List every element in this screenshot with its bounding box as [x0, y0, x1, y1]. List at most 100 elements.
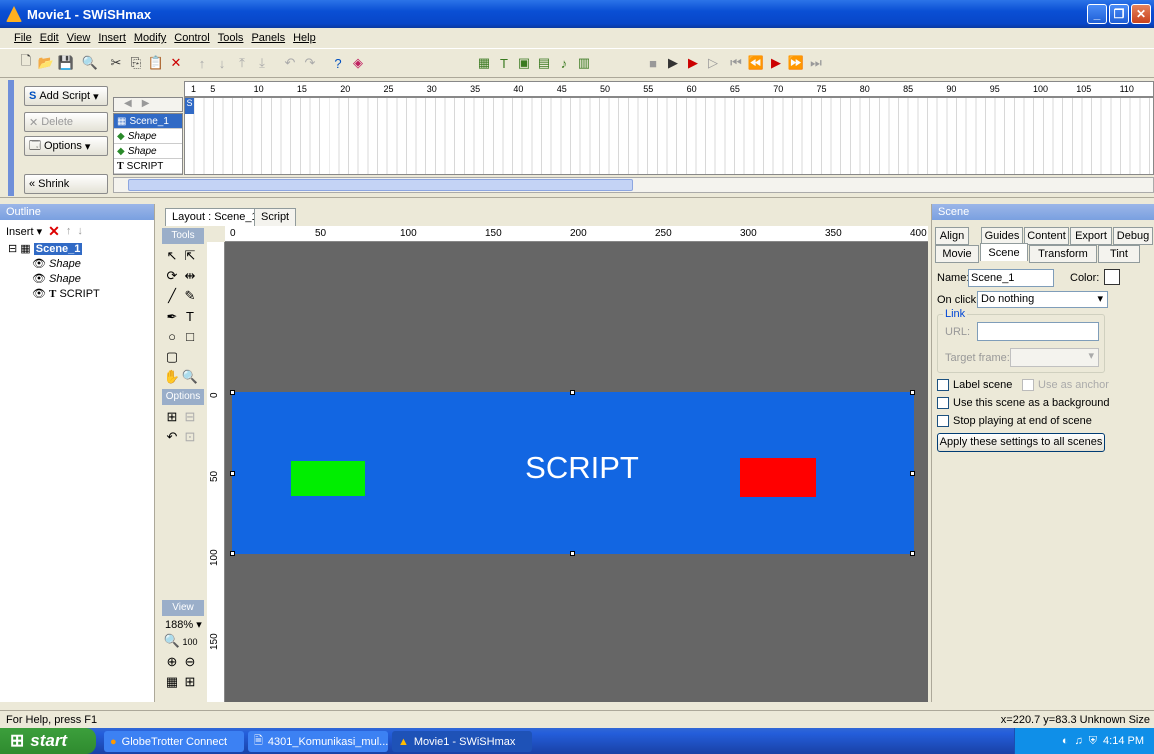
network-icon[interactable]: ◐: [1062, 735, 1069, 747]
layer-shape-2[interactable]: ◆ Shape: [114, 144, 182, 159]
red-rectangle-shape[interactable]: [740, 458, 816, 497]
menu-panels[interactable]: Panels: [251, 32, 285, 44]
apply-all-button[interactable]: Apply these settings to all scenes: [937, 433, 1105, 452]
grid-icon[interactable]: ▦: [163, 672, 181, 692]
open-folder-icon[interactable]: 📂: [38, 55, 54, 71]
pen-tool-icon[interactable]: ✒: [163, 307, 181, 327]
snap-icon[interactable]: ⊞: [163, 407, 181, 427]
close-button[interactable]: ✕: [1131, 4, 1151, 24]
stop-icon[interactable]: ■: [645, 55, 661, 71]
guide-icon[interactable]: ⊞: [181, 672, 199, 692]
tab-transform[interactable]: Transform: [1029, 245, 1097, 263]
save-icon[interactable]: 💾: [58, 55, 74, 71]
scrollbar-thumb[interactable]: [128, 179, 633, 191]
onclick-select[interactable]: Do nothing ▾: [977, 291, 1108, 308]
reshape-tool-icon[interactable]: ⇹: [181, 266, 199, 286]
options-button[interactable]: 🗔 Options ▾: [24, 136, 108, 156]
delete-button[interactable]: ✕ Delete: [24, 112, 108, 132]
curve-option-icon[interactable]: ↶: [163, 427, 181, 447]
add-script-button[interactable]: S Add Script ▾: [24, 86, 108, 106]
menu-tools[interactable]: Tools: [218, 32, 244, 44]
subselect-tool-icon[interactable]: ⇱: [181, 246, 199, 266]
insert-content-icon[interactable]: ▤: [536, 55, 552, 71]
first-frame-icon[interactable]: ⏮: [728, 55, 744, 71]
maximize-button[interactable]: ❐: [1109, 4, 1129, 24]
minimize-button[interactable]: _: [1087, 4, 1107, 24]
selection-handle[interactable]: [910, 471, 915, 476]
motion-path-icon[interactable]: ⟳: [163, 266, 181, 286]
redo-icon[interactable]: ↷: [302, 55, 318, 71]
send-to-back-icon[interactable]: ⤓: [254, 55, 270, 71]
select-tool-icon[interactable]: ↖: [163, 246, 181, 266]
selection-handle[interactable]: [910, 390, 915, 395]
tab-content[interactable]: Content: [1024, 227, 1069, 245]
selection-handle[interactable]: [230, 390, 235, 395]
collapse-icon[interactable]: ⊟: [8, 243, 17, 255]
timeline-ruler[interactable]: 1 5 10 15 20 25 30 35 40 45 50 55 60 65 70 75 80 85 90 95 10…: [184, 81, 1154, 97]
tab-debug[interactable]: Debug: [1113, 227, 1153, 245]
tab-script[interactable]: Script: [254, 208, 297, 226]
shrink-button[interactable]: «Shrink: [24, 174, 108, 194]
insert-text-icon[interactable]: T: [496, 55, 512, 71]
step-frame-icon[interactable]: ▶: [768, 55, 784, 71]
rectangle-tool-icon[interactable]: □: [181, 327, 199, 347]
frame-marker[interactable]: S: [185, 98, 194, 114]
tab-movie[interactable]: Movie: [935, 245, 979, 263]
menu-modify[interactable]: Modify: [134, 32, 166, 44]
play-effect-icon[interactable]: ▷: [705, 55, 721, 71]
bring-to-front-icon[interactable]: ⤒: [234, 55, 250, 71]
green-rectangle-shape[interactable]: [291, 461, 365, 496]
delete-x-icon[interactable]: ✕: [48, 223, 60, 240]
timeline-frames[interactable]: S: [184, 97, 1154, 175]
paste-icon[interactable]: 📋: [148, 55, 164, 71]
tree-item-shape[interactable]: 👁 Shape: [8, 272, 154, 287]
tab-layout[interactable]: Layout : Scene_1: [165, 208, 265, 226]
nav-prev-icon[interactable]: ◀: [124, 98, 132, 111]
layer-script[interactable]: T SCRIPT: [114, 159, 182, 174]
timeline-scrollbar[interactable]: [113, 177, 1154, 193]
pencil-tool-icon[interactable]: ✎: [181, 286, 199, 306]
url-input[interactable]: [977, 322, 1099, 341]
label-scene-checkbox[interactable]: Label scene: [937, 379, 1012, 392]
task-globetrotter[interactable]: ● GlobeTrotter Connect: [104, 731, 244, 752]
nav-next-icon[interactable]: ▶: [142, 98, 150, 111]
zoom-out-icon[interactable]: ⊖: [181, 652, 199, 672]
autoshape-tool-icon[interactable]: ▢: [163, 347, 181, 367]
delete-icon[interactable]: ✕: [168, 55, 184, 71]
move-up-icon[interactable]: ↑: [66, 225, 72, 237]
zoom-tool-icon[interactable]: 🔍: [181, 367, 199, 387]
tab-align[interactable]: Align: [935, 227, 969, 245]
start-button[interactable]: ⊞ start: [0, 728, 96, 754]
selection-handle[interactable]: [230, 551, 235, 556]
menu-file[interactable]: File: [14, 32, 32, 44]
use-anchor-checkbox[interactable]: Use as anchor: [1022, 379, 1109, 392]
zoom-in-icon[interactable]: ⊕: [163, 652, 181, 672]
move-down-icon[interactable]: ↓: [77, 225, 83, 237]
menu-control[interactable]: Control: [174, 32, 209, 44]
tree-item-text[interactable]: 👁 T SCRIPT: [8, 287, 154, 302]
copy-icon[interactable]: ⎘: [128, 55, 144, 71]
scene-name-input[interactable]: [968, 269, 1054, 287]
task-word-doc[interactable]: 🗎 4301_Komunikasi_mul...: [248, 731, 388, 752]
last-frame-icon[interactable]: ⏭: [808, 55, 824, 71]
selection-handle[interactable]: [570, 551, 575, 556]
find-icon[interactable]: 🔍: [82, 55, 98, 71]
vertical-ruler[interactable]: 0 50 100 150: [207, 242, 225, 702]
menu-view[interactable]: View: [67, 32, 91, 44]
cut-icon[interactable]: ✂: [108, 55, 124, 71]
security-icon[interactable]: ⛨: [1089, 735, 1097, 748]
tree-item-scene[interactable]: ⊟ ▦ Scene_1: [8, 242, 154, 257]
layer-shape-1[interactable]: ◆ Shape: [114, 129, 182, 144]
play-timeline-icon[interactable]: ▶: [685, 55, 701, 71]
help-pointer-icon[interactable]: ?: [330, 55, 346, 71]
prev-frame-icon[interactable]: ⏪: [748, 55, 764, 71]
task-swishmax[interactable]: ▲ Movie1 - SWiSHmax: [392, 731, 532, 752]
scene-area[interactable]: SCRIPT: [232, 392, 914, 554]
menu-edit[interactable]: Edit: [40, 32, 59, 44]
tab-scene[interactable]: Scene: [980, 243, 1028, 261]
menu-insert[interactable]: Insert: [98, 32, 126, 44]
background-checkbox[interactable]: Use this scene as a background: [937, 397, 1110, 410]
zoom-100-icon[interactable]: 100: [181, 632, 199, 652]
hand-tool-icon[interactable]: ✋: [163, 367, 181, 387]
insert-sprite-icon[interactable]: ▥: [576, 55, 592, 71]
